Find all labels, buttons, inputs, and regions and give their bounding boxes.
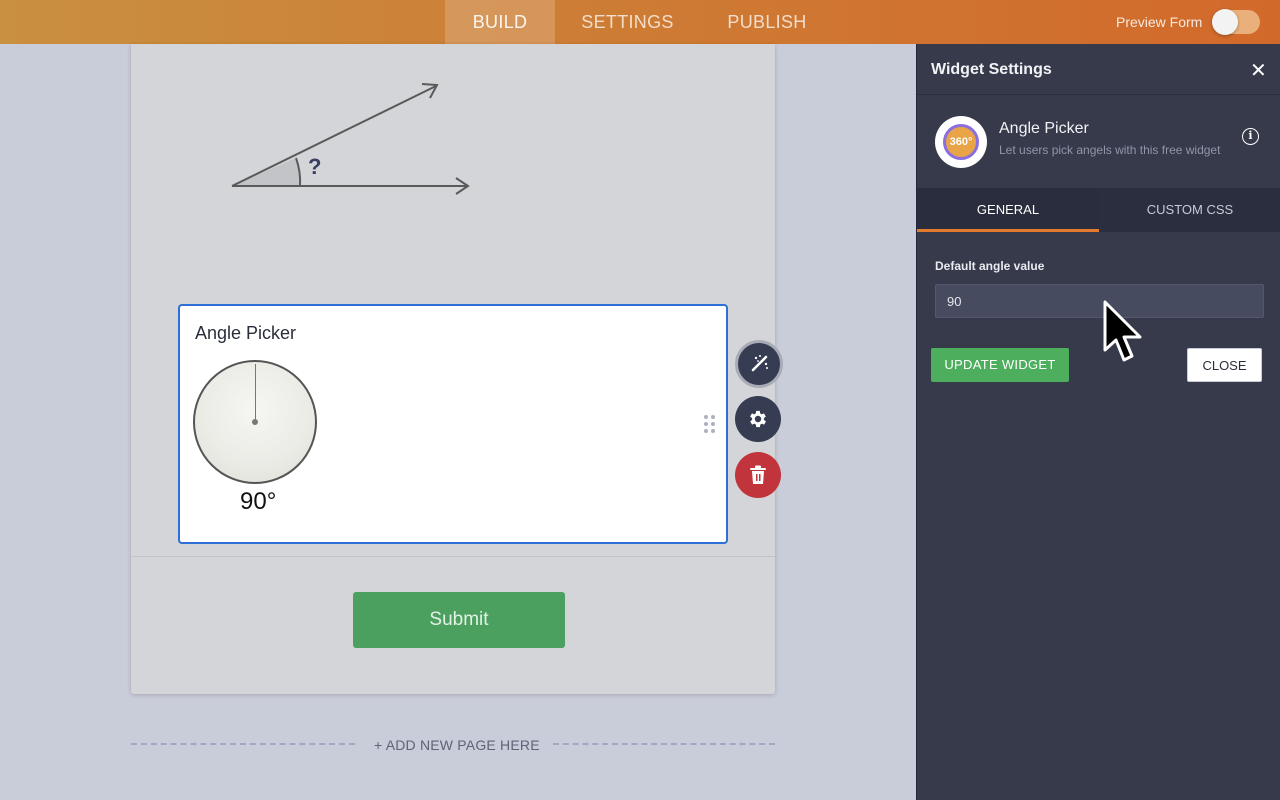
angle-illustration-image: ?: [231, 83, 470, 195]
preview-form-toggle[interactable]: [1212, 9, 1260, 35]
submit-button[interactable]: Submit: [353, 592, 565, 648]
panel-tabs: GENERAL CUSTOM CSS: [917, 188, 1280, 232]
angle-picker-widget[interactable]: Angle Picker 90°: [178, 304, 728, 544]
tab-custom-css[interactable]: CUSTOM CSS: [1099, 188, 1280, 232]
widget-badge: 360°: [943, 124, 979, 160]
widget-title: Angle Picker: [195, 323, 297, 343]
preview-form-label: Preview Form: [1116, 14, 1203, 30]
dial-hand[interactable]: [255, 364, 256, 422]
dashed-line-left: [131, 743, 355, 745]
gear-button[interactable]: [735, 396, 781, 442]
toggle-knob: [1212, 9, 1238, 35]
widget-name: Angle Picker: [999, 120, 1089, 137]
angle-value: 90°: [240, 488, 277, 515]
widget-info: 360° Angle Picker Let users pick angels …: [917, 96, 1280, 188]
widget-description: Let users pick angels with this free wid…: [999, 143, 1221, 157]
panel-header: Widget Settings ✕: [917, 44, 1280, 95]
gear-icon: [750, 410, 766, 428]
panel-title: Widget Settings: [931, 61, 1052, 78]
delete-button[interactable]: [735, 452, 781, 498]
default-angle-label: Default angle value: [935, 259, 1045, 273]
close-button[interactable]: CLOSE: [1187, 348, 1262, 382]
add-new-page[interactable]: + ADD NEW PAGE HERE: [131, 735, 775, 755]
trash-icon: [750, 465, 766, 484]
add-new-page-label[interactable]: + ADD NEW PAGE HERE: [374, 737, 540, 753]
top-navigation-bar: BUILD SETTINGS PUBLISH Preview Form: [0, 0, 1280, 44]
update-widget-button[interactable]: UPDATE WIDGET: [931, 348, 1069, 382]
default-angle-input[interactable]: [935, 284, 1264, 318]
mouse-cursor-icon: [1103, 300, 1142, 362]
info-icon[interactable]: i: [1242, 128, 1259, 145]
form-divider: [131, 556, 775, 557]
dial-center: [252, 419, 258, 425]
drag-handle-icon[interactable]: [704, 415, 718, 435]
wand-button[interactable]: [735, 340, 783, 388]
tab-build[interactable]: BUILD: [445, 0, 555, 44]
angle-dial[interactable]: [193, 360, 317, 484]
close-icon[interactable]: ✕: [1250, 58, 1267, 83]
magic-wand-icon: [751, 355, 768, 372]
tab-general[interactable]: GENERAL: [917, 188, 1099, 232]
angle-question-mark: ?: [308, 154, 321, 179]
angle-picker-logo-icon: 360°: [935, 116, 987, 168]
tab-publish[interactable]: PUBLISH: [712, 0, 822, 44]
dashed-line-right: [553, 743, 775, 745]
widget-settings-panel: Widget Settings ✕ 360° Angle Picker Let …: [916, 44, 1280, 800]
tab-settings[interactable]: SETTINGS: [570, 0, 685, 44]
